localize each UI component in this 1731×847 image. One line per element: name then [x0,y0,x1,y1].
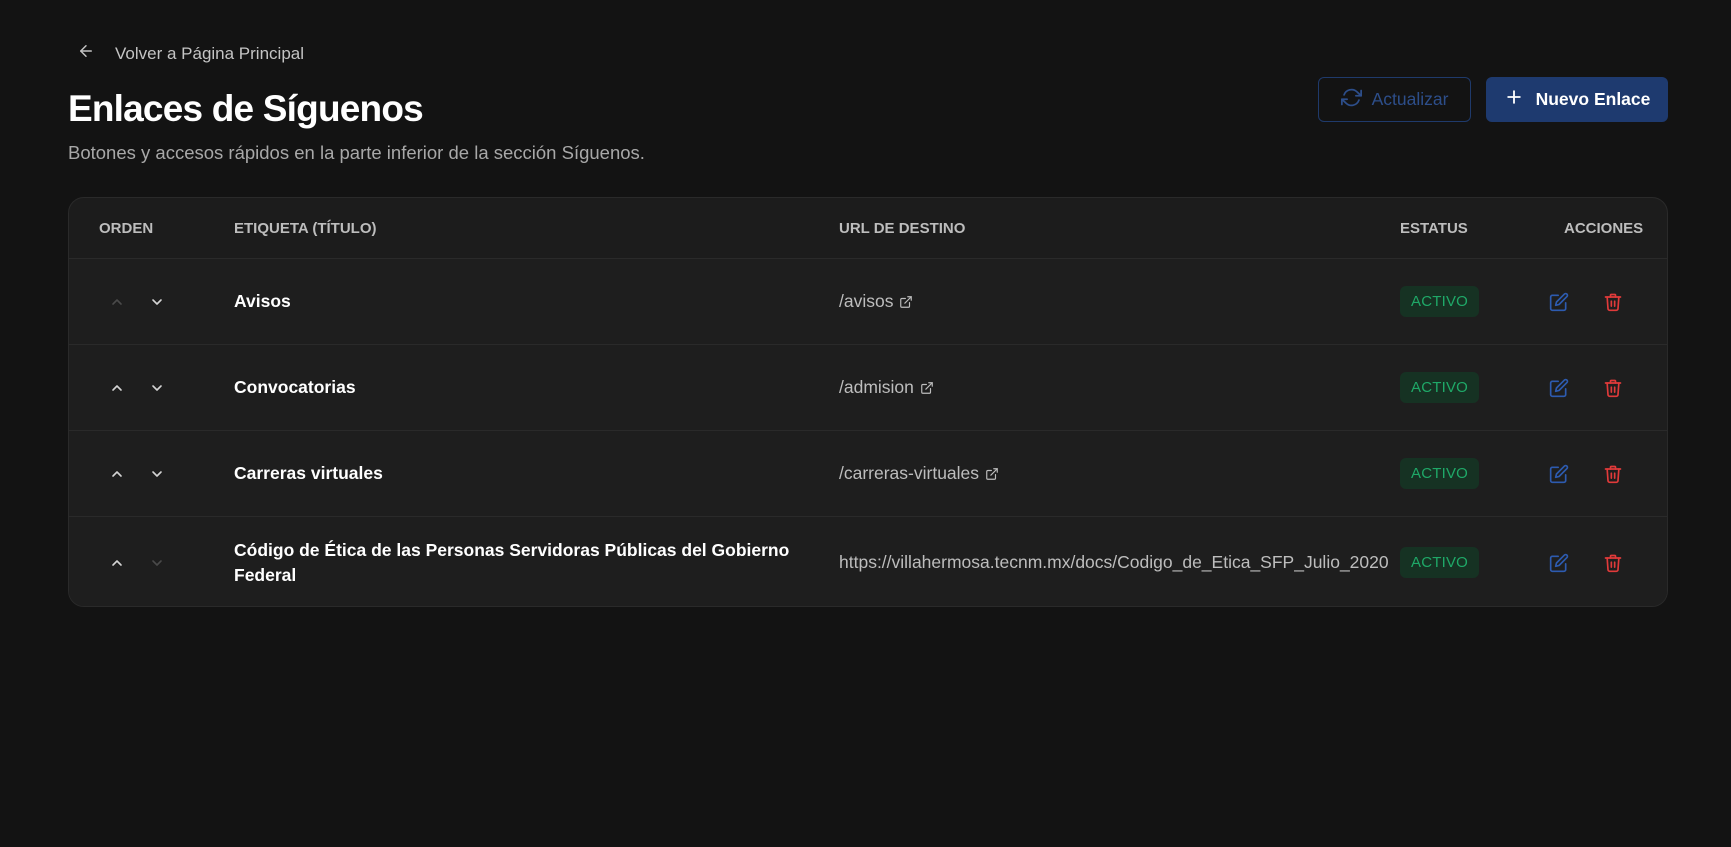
status-badge: ACTIVO [1400,547,1480,578]
page-title: Enlaces de Síguenos [68,88,424,129]
delete-button[interactable] [1603,464,1623,484]
move-up-button[interactable] [107,553,127,573]
chevron-down-icon [149,294,165,310]
column-header-order: ORDEN [99,220,154,237]
chevron-down-icon [149,555,165,571]
link-url[interactable]: /avisos [839,259,913,344]
status-cell: ACTIVO [1400,345,1480,430]
refresh-icon [1340,87,1362,113]
chevron-up-icon [109,555,125,571]
link-url-text: https://villahermosa.tecnm.mx/docs/Codig… [839,552,1389,572]
back-link-label: Volver a Página Principal [115,43,305,63]
external-link-icon [899,295,913,309]
move-up-button [107,292,127,312]
move-down-button[interactable] [147,464,167,484]
order-controls [107,259,167,344]
table-row: Convocatorias/admision ACTIVO [69,345,1667,431]
column-header-label: ETIQUETA (TÍTULO) [234,220,377,237]
order-controls [107,431,167,516]
refresh-button-label: Actualizar [1371,89,1449,109]
chevron-down-icon [149,466,165,482]
delete-button[interactable] [1603,553,1623,573]
link-url[interactable]: https://villahermosa.tecnm.mx/docs/Codig… [839,517,1389,606]
move-down-button [147,553,167,573]
link-url-text: /avisos [839,291,894,311]
row-actions [1549,431,1623,516]
link-label: Avisos [234,291,291,311]
column-header-status: ESTATUS [1400,220,1468,237]
link-label: Código de Ética de las Personas Servidor… [234,539,790,585]
column-header-url: URL DE DESTINO [839,220,966,237]
chevron-up-icon [109,294,125,310]
edit-button[interactable] [1549,292,1569,312]
order-controls [107,517,167,606]
move-up-button[interactable] [107,464,127,484]
new-link-button[interactable]: Nuevo Enlace [1486,77,1668,122]
edit-icon [1549,292,1569,312]
status-cell: ACTIVO [1400,517,1480,606]
row-actions [1549,517,1623,606]
external-link-icon [920,381,934,395]
refresh-button[interactable]: Actualizar [1318,77,1471,122]
trash-icon [1603,464,1623,484]
table-row: Carreras virtuales/carreras-virtuales ACT… [69,431,1667,517]
trash-icon [1603,292,1623,312]
table-row: Código de Ética de las Personas Servidor… [69,517,1667,606]
external-link-icon [985,467,999,481]
edit-button[interactable] [1549,553,1569,573]
page-subtitle: Botones y accesos rápidos en la parte in… [68,142,645,163]
chevron-down-icon [149,380,165,396]
link-label: Carreras virtuales [234,463,383,483]
new-link-button-label: Nuevo Enlace [1535,89,1651,109]
status-badge: ACTIVO [1400,286,1480,317]
delete-button[interactable] [1603,378,1623,398]
edit-button[interactable] [1549,378,1569,398]
table-body: Avisos/avisos ACTIVO Convocatorias/admisio… [69,259,1667,606]
link-url-text: /carreras-virtuales [839,463,980,483]
trash-icon [1603,553,1623,573]
move-down-button[interactable] [147,378,167,398]
link-url[interactable]: /carreras-virtuales [839,431,999,516]
edit-button[interactable] [1549,464,1569,484]
edit-icon [1549,378,1569,398]
chevron-up-icon [109,466,125,482]
status-badge: ACTIVO [1400,458,1480,489]
edit-icon [1549,464,1569,484]
trash-icon [1603,378,1623,398]
table-row: Avisos/avisos ACTIVO [69,259,1667,345]
arrow-left-icon [77,42,95,65]
link-url[interactable]: /admision [839,345,934,430]
row-actions [1549,259,1623,344]
status-badge: ACTIVO [1400,372,1480,403]
back-link[interactable]: Volver a Página Principal [77,42,304,65]
status-cell: ACTIVO [1400,259,1480,344]
column-header-actions: ACCIONES [1564,220,1644,237]
chevron-up-icon [109,380,125,396]
status-cell: ACTIVO [1400,431,1480,516]
link-url-text: /admision [839,377,914,397]
table-header: ORDEN ETIQUETA (TÍTULO) URL DE DESTINO E… [69,198,1667,259]
link-label: Convocatorias [234,377,356,397]
move-down-button[interactable] [147,292,167,312]
links-table: ORDEN ETIQUETA (TÍTULO) URL DE DESTINO E… [68,197,1668,607]
plus-icon [1504,87,1524,112]
delete-button[interactable] [1603,292,1623,312]
move-up-button[interactable] [107,378,127,398]
order-controls [107,345,167,430]
edit-icon [1549,553,1569,573]
row-actions [1549,345,1623,430]
